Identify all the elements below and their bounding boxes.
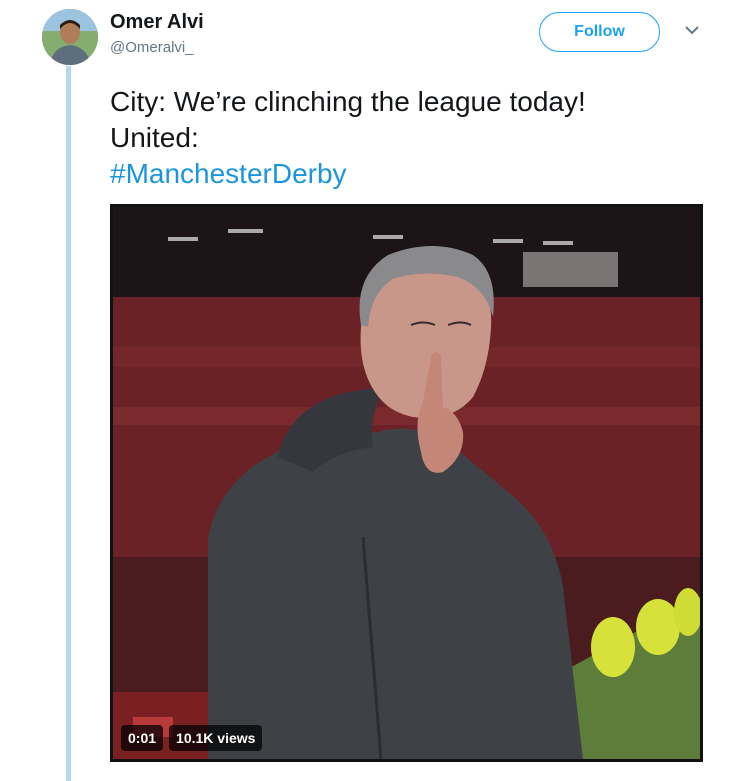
tweet-text: City: We’re clinching the league today! … (110, 84, 586, 192)
video-frame (113, 207, 700, 759)
thread-line (66, 66, 71, 781)
author-handle[interactable]: @Omeralvi_ (110, 39, 194, 56)
author-name[interactable]: Omer Alvi (110, 11, 204, 34)
hashtag-link[interactable]: #ManchesterDerby (110, 156, 586, 192)
video-view-count: 10.1K views (169, 725, 263, 751)
tweet-line-2: United: (110, 122, 199, 153)
tweet-line-1: City: We’re clinching the league today! (110, 86, 586, 117)
avatar[interactable] (42, 9, 98, 65)
avatar-image (42, 9, 98, 65)
video-player[interactable]: 0:01 10.1K views (110, 204, 703, 762)
follow-button[interactable]: Follow (539, 12, 660, 52)
chevron-down-icon[interactable] (683, 24, 701, 36)
video-timestamp: 0:01 (121, 725, 164, 751)
video-badges: 0:01 10.1K views (121, 725, 263, 751)
